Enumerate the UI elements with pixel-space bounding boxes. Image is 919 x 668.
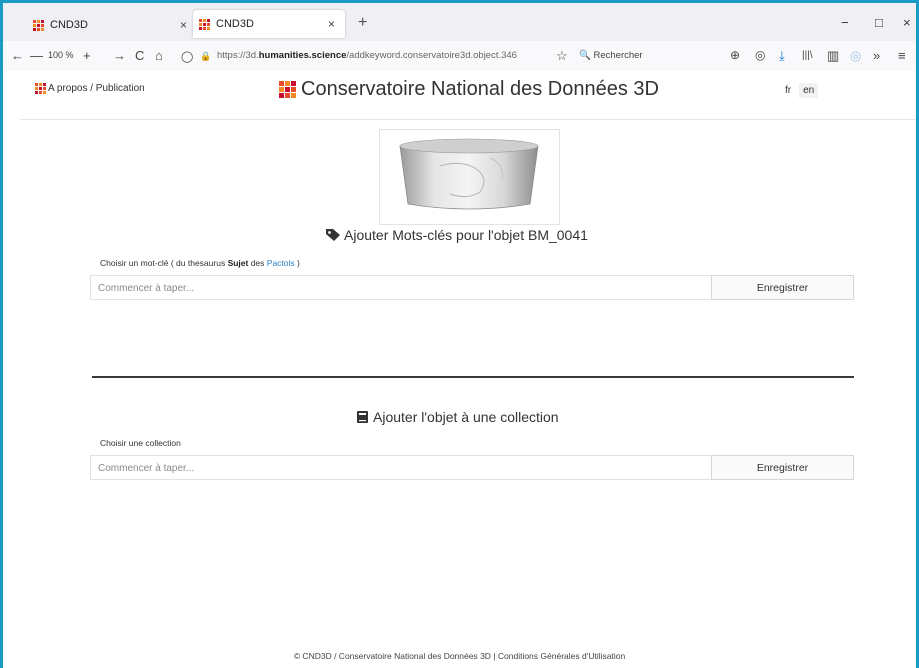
collection-heading: Ajouter l'objet à une collection <box>356 409 559 425</box>
collection-input-placeholder: Commencer à taper... <box>98 463 195 474</box>
collection-search-input[interactable]: Commencer à taper... <box>90 455 712 480</box>
lock-icon[interactable]: 🔒 <box>200 51 211 62</box>
cnd3d-favicon-icon <box>33 19 44 31</box>
keyword-input-placeholder: Commencer à taper... <box>98 283 195 294</box>
page-content: A propos / Publication Conservatoire Nat… <box>3 71 916 668</box>
reload-icon[interactable]: C <box>135 48 144 63</box>
overflow-icon[interactable]: » <box>873 48 880 63</box>
url-path: /addkeyword.conservatoire3d.object.346 <box>346 50 517 61</box>
page-footer[interactable]: © CND3D / Conservatoire National des Don… <box>3 651 916 661</box>
back-icon[interactable]: ← <box>11 48 24 63</box>
close-window-icon[interactable]: × <box>903 15 911 30</box>
tab-close-icon[interactable]: × <box>328 17 335 31</box>
tab-1[interactable]: CND3D × <box>33 12 193 38</box>
forward-icon[interactable]: → <box>113 48 126 63</box>
downloads-icon[interactable]: ⤓ <box>779 48 785 64</box>
lang-en[interactable]: en <box>799 83 819 98</box>
site-title-text: Conservatoire National des Données 3D <box>301 78 659 100</box>
object-3d-thumbnail[interactable] <box>379 129 560 225</box>
collection-label: Choisir une collection <box>100 438 181 448</box>
cnd3d-logo-icon <box>279 81 296 98</box>
url-prefix: https://3d. <box>217 50 259 61</box>
menu-icon[interactable]: ≡ <box>898 48 906 63</box>
browser-window: CND3D × CND3D × + − □ × ← — 100 % + → C … <box>3 3 916 668</box>
keyword-label: Choisir un mot-clé ( du thesaurus Sujet … <box>100 258 300 268</box>
about-link-label: A propos / Publication <box>48 83 145 94</box>
tab-title: CND3D <box>50 19 88 31</box>
collection-save-button[interactable]: Enregistrer <box>711 455 854 480</box>
site-title[interactable]: Conservatoire National des Données 3D <box>279 78 659 101</box>
section-divider <box>92 376 854 378</box>
sidebar-icon[interactable]: ▥ <box>827 48 839 64</box>
keyword-save-button[interactable]: Enregistrer <box>711 275 854 300</box>
keyword-label-prefix: Choisir un mot-clé ( du thesaurus <box>100 258 228 268</box>
extension-icon[interactable]: ◎ <box>850 48 861 64</box>
keyword-label-thesaurus: Sujet <box>227 258 249 268</box>
keywords-heading: Ajouter Mots-clés pour l'objet BM_0041 <box>325 227 588 243</box>
tab-close-icon[interactable]: × <box>180 18 187 32</box>
object-3d-render <box>399 138 539 210</box>
bookmark-star-icon[interactable]: ☆ <box>556 48 568 64</box>
pocket-icon[interactable]: ◎ <box>755 48 765 62</box>
home-icon[interactable]: ⌂ <box>155 48 163 63</box>
zoom-out-button[interactable]: — <box>30 48 43 63</box>
cnd3d-logo-icon <box>35 83 46 94</box>
zoom-level[interactable]: 100 % <box>48 50 74 60</box>
tab-title: CND3D <box>216 18 254 30</box>
minimize-icon[interactable]: − <box>841 15 849 30</box>
pactols-link[interactable]: Pactols <box>267 258 295 268</box>
about-link[interactable]: A propos / Publication <box>35 83 145 94</box>
keyword-label-suffix: ) <box>294 258 300 268</box>
cnd3d-favicon-icon <box>199 18 210 30</box>
account-icon[interactable]: ⊕ <box>730 48 740 62</box>
keywords-heading-text: Ajouter Mots-clés pour l'objet BM_0041 <box>344 227 588 243</box>
collection-heading-text: Ajouter l'objet à une collection <box>373 409 559 425</box>
search-icon: 🔍 <box>579 50 591 61</box>
tag-icon <box>326 229 340 241</box>
language-switcher: fr en <box>781 83 819 98</box>
lang-fr[interactable]: fr <box>781 83 795 98</box>
keyword-label-mid: des <box>248 258 267 268</box>
new-tab-button[interactable]: + <box>358 14 367 32</box>
search-box[interactable]: 🔍 Rechercher <box>579 50 643 61</box>
search-placeholder: Rechercher <box>593 50 643 61</box>
nav-toolbar: ← — 100 % + → C ⌂ ◯ 🔒 https://3d.humanit… <box>3 41 916 72</box>
url-bar[interactable]: https://3d.humanities.science/addkeyword… <box>217 50 517 61</box>
tab-2-active[interactable]: CND3D × <box>193 10 345 38</box>
shield-icon[interactable]: ◯ <box>181 50 193 63</box>
zoom-in-button[interactable]: + <box>83 48 91 63</box>
header-divider <box>20 119 916 120</box>
maximize-icon[interactable]: □ <box>875 15 883 30</box>
tab-strip: CND3D × CND3D × + − □ × <box>3 3 916 41</box>
keyword-search-input[interactable]: Commencer à taper... <box>90 275 712 300</box>
url-domain: humanities.science <box>258 50 347 61</box>
library-icon[interactable]: |||\ <box>802 50 813 61</box>
book-icon <box>357 411 368 423</box>
